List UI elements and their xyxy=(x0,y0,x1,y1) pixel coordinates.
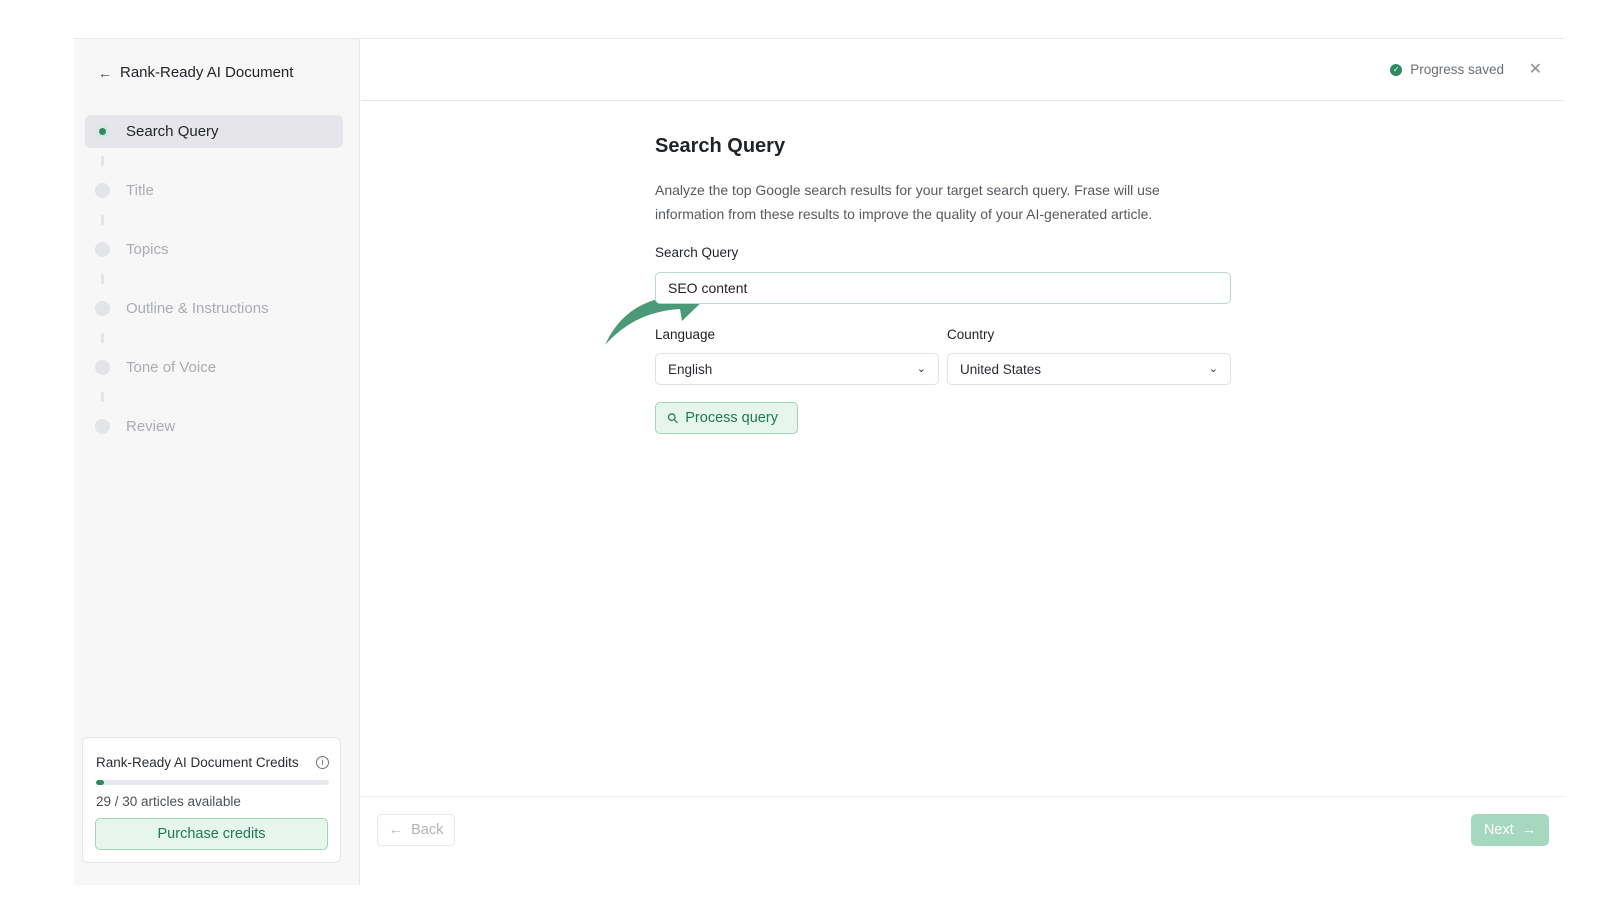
step-connector xyxy=(101,274,104,284)
info-icon[interactable]: i xyxy=(316,756,329,769)
step-label: Outline & Instructions xyxy=(126,300,269,317)
language-select[interactable]: English ⌄ xyxy=(655,353,939,385)
document-title: Rank-Ready AI Document xyxy=(120,64,294,81)
step-search-query[interactable]: Search Query xyxy=(85,115,343,148)
arrow-left-icon: ← xyxy=(98,64,112,81)
credits-card: Rank-Ready AI Document Credits i 29 / 30… xyxy=(82,737,341,863)
search-icon: ⚲ xyxy=(663,408,683,427)
step-indicator-icon xyxy=(95,242,110,257)
back-label: Back xyxy=(411,822,444,838)
step-review[interactable]: Review xyxy=(85,410,343,443)
progress-status: ✓ Progress saved xyxy=(1390,62,1504,77)
chevron-down-icon: ⌄ xyxy=(1208,363,1218,375)
credits-progress-fill xyxy=(96,780,104,785)
step-label: Review xyxy=(126,418,176,435)
search-query-form: Search Query Analyze the top Google sear… xyxy=(655,135,1235,434)
search-query-label: Search Query xyxy=(655,245,739,260)
chevron-down-icon: ⌄ xyxy=(916,363,926,375)
step-label: Title xyxy=(126,182,154,199)
page-title: Search Query xyxy=(655,135,786,157)
page-description: Analyze the top Google search results fo… xyxy=(655,182,1160,222)
arrow-left-icon: ← xyxy=(388,822,404,838)
process-query-button[interactable]: ⚲ Process query xyxy=(655,402,798,434)
step-label: Tone of Voice xyxy=(126,359,217,376)
credits-available: 29 / 30 articles available xyxy=(96,794,241,809)
close-icon[interactable]: ✕ xyxy=(1529,59,1542,79)
app-window: ← Rank-Ready AI Document Search Query Ti… xyxy=(74,38,1564,885)
language-label: Language xyxy=(655,327,716,342)
country-value: United States xyxy=(960,361,1042,377)
step-topics[interactable]: Topics xyxy=(85,233,343,266)
country-select[interactable]: United States ⌄ xyxy=(947,353,1231,385)
credits-title: Rank-Ready AI Document Credits xyxy=(96,755,299,770)
step-title[interactable]: Title xyxy=(85,174,343,207)
back-to-documents[interactable]: ← Rank-Ready AI Document xyxy=(98,64,293,81)
sidebar: ← Rank-Ready AI Document Search Query Ti… xyxy=(74,39,360,885)
step-tone-of-voice[interactable]: Tone of Voice xyxy=(85,351,343,384)
step-connector xyxy=(101,215,104,225)
search-query-input[interactable] xyxy=(655,272,1231,304)
step-indicator-icon xyxy=(95,183,110,198)
step-connector xyxy=(101,392,104,402)
step-label: Topics xyxy=(126,241,169,258)
step-label: Search Query xyxy=(126,123,219,140)
arrow-right-icon: → xyxy=(1521,822,1537,838)
step-list: Search Query Title Topics Outline & Inst… xyxy=(85,115,343,443)
step-indicator-icon xyxy=(95,124,110,139)
footer-nav: ← Back Next → xyxy=(361,796,1564,885)
country-label: Country xyxy=(947,327,995,342)
step-connector xyxy=(101,156,104,166)
next-label: Next xyxy=(1483,822,1514,838)
main-panel: ✓ Progress saved ✕ Search Query Analyze … xyxy=(361,39,1564,885)
step-indicator-icon xyxy=(95,360,110,375)
language-value: English xyxy=(668,361,713,377)
step-outline-instructions[interactable]: Outline & Instructions xyxy=(85,292,343,325)
check-circle-icon: ✓ xyxy=(1390,63,1403,76)
process-query-label: Process query xyxy=(685,410,778,426)
step-indicator-icon xyxy=(95,301,110,316)
credits-progress-bar xyxy=(96,780,329,785)
progress-status-text: Progress saved xyxy=(1410,62,1504,77)
step-indicator-icon xyxy=(95,419,110,434)
top-bar: ✓ Progress saved ✕ xyxy=(361,39,1564,101)
back-button[interactable]: ← Back xyxy=(377,814,455,846)
next-button[interactable]: Next → xyxy=(1471,814,1549,846)
step-connector xyxy=(101,333,104,343)
purchase-credits-button[interactable]: Purchase credits xyxy=(95,818,328,850)
